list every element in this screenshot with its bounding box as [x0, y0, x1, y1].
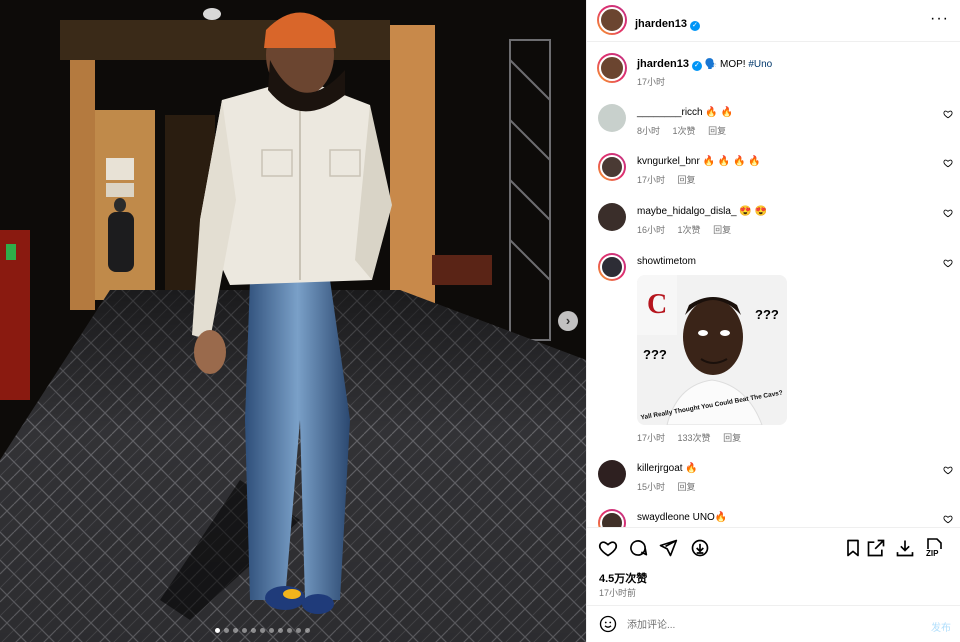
reply-button[interactable]: 回复 — [678, 175, 696, 185]
heart-icon[interactable] — [598, 538, 618, 558]
smiley-icon[interactable] — [599, 615, 617, 633]
comment-time: 16小时 — [637, 225, 666, 235]
commenter-avatar[interactable] — [598, 203, 626, 231]
reply-button[interactable]: 回复 — [678, 482, 696, 492]
carousel-dot[interactable] — [269, 628, 274, 633]
comment-likes[interactable]: 1次赞 — [673, 126, 696, 136]
meme-marks-right: ??? — [755, 307, 779, 322]
reply-button[interactable]: 回复 — [723, 433, 741, 443]
more-horizontal-icon[interactable]: ··· — [930, 10, 949, 28]
comment-time: 17小时 — [637, 175, 666, 185]
comment-input[interactable] — [627, 615, 897, 635]
carousel-dot[interactable] — [287, 628, 292, 633]
comment-text: 🔥 🔥 — [705, 107, 734, 118]
commenter-avatar[interactable] — [598, 460, 626, 488]
comment-time: 17小时 — [637, 433, 666, 443]
heart-icon[interactable] — [943, 465, 953, 475]
heart-icon[interactable] — [943, 158, 953, 168]
chevron-right-icon: › — [565, 313, 571, 328]
external-link-icon[interactable] — [866, 538, 886, 558]
caption-time: 17小时 — [637, 77, 666, 87]
caption-text: MOP! — [719, 59, 746, 70]
likes-count[interactable]: 4.5万次赞 — [599, 570, 647, 586]
author-avatar[interactable] — [597, 5, 627, 35]
meme-illustration: C ??? ??? Yall Really Thought You Could … — [637, 275, 787, 425]
caption-hashtag[interactable]: #Uno — [748, 59, 772, 70]
photo-illustration — [0, 0, 586, 642]
comment-row: swaydleone UNO🔥 — [587, 509, 960, 527]
add-comment-bar: 发布 — [587, 605, 960, 642]
post-header: jharden13 ✓ ··· — [587, 0, 960, 42]
bookmark-icon[interactable] — [843, 538, 863, 558]
comment-text: 🔥 — [685, 463, 698, 474]
post-time: 17小时前 — [599, 588, 637, 598]
carousel-dot[interactable] — [305, 628, 310, 633]
comment-text: 🔥 🔥 🔥 🔥 — [702, 156, 761, 167]
zip-icon[interactable]: ZIP — [925, 538, 947, 558]
reply-button[interactable]: 回复 — [708, 126, 726, 136]
commenter-avatar[interactable] — [598, 253, 626, 281]
comment-row: maybe_hidalgo_disla_ 😍 😍 16小时 1次赞 回复 — [587, 203, 960, 243]
commenter-avatar[interactable] — [598, 509, 626, 527]
comment-text: 😍 😍 — [739, 206, 767, 217]
action-bar: ZIP 4.5万次赞 17小时前 发布 — [587, 527, 960, 642]
comments-list[interactable]: jharden13 ✓ 🗣️ MOP! #Uno 17小时 ________ric… — [587, 43, 960, 527]
svg-text:C: C — [647, 289, 667, 320]
author-username[interactable]: jharden13 — [635, 18, 687, 30]
comment-username[interactable]: ________ricch — [637, 107, 703, 118]
caption-emoji: 🗣️ — [704, 59, 718, 70]
carousel-dot[interactable] — [215, 628, 220, 633]
comment-icon[interactable] — [628, 538, 648, 558]
meme-marks-left: ??? — [643, 347, 667, 362]
post-photo[interactable]: › — [0, 0, 586, 642]
heart-icon[interactable] — [943, 258, 953, 268]
author-avatar[interactable] — [597, 53, 627, 83]
heart-icon[interactable] — [943, 514, 953, 524]
comment-row: kvngurkel_bnr 🔥 🔥 🔥 🔥 17小时 回复 — [587, 153, 960, 193]
comment-row: ________ricch 🔥 🔥 8小时 1次赞 回复 — [587, 104, 960, 144]
comment-time: 15小时 — [637, 482, 666, 492]
post-comment-button[interactable]: 发布 — [931, 619, 951, 634]
carousel-dot[interactable] — [278, 628, 283, 633]
verified-badge-icon: ✓ — [689, 21, 700, 31]
post-sidebar: jharden13 ✓ ··· jharden13 ✓ 🗣️ MOP! #Uno 1… — [586, 0, 960, 642]
heart-icon[interactable] — [943, 208, 953, 218]
carousel-dot[interactable] — [233, 628, 238, 633]
verified-badge-icon: ✓ — [691, 61, 702, 71]
download-circle-icon[interactable] — [690, 538, 710, 558]
carousel-dot[interactable] — [251, 628, 256, 633]
carousel-dot[interactable] — [260, 628, 265, 633]
carousel-indicator — [215, 628, 325, 634]
comment-row: killerjrgoat 🔥 15小时 回复 — [587, 460, 960, 500]
comment-image[interactable]: C ??? ??? Yall Really Thought You Could … — [637, 275, 787, 425]
comment-username[interactable]: kvngurkel_bnr — [637, 156, 700, 167]
carousel-dot[interactable] — [224, 628, 229, 633]
carousel-dot[interactable] — [242, 628, 247, 633]
caption-row: jharden13 ✓ 🗣️ MOP! #Uno 17小时 — [587, 53, 960, 93]
reply-button[interactable]: 回复 — [713, 225, 731, 235]
carousel-dot[interactable] — [296, 628, 301, 633]
comment-text: UNO🔥 — [692, 512, 728, 523]
comment-time: 8小时 — [637, 126, 661, 136]
download-icon[interactable] — [895, 538, 915, 558]
send-icon[interactable] — [658, 538, 678, 558]
heart-icon[interactable] — [943, 109, 953, 119]
comment-likes[interactable]: 133次赞 — [678, 433, 711, 443]
comment-row: showtimetom C ??? ??? Yall Really Though… — [587, 253, 960, 448]
comment-likes[interactable]: 1次赞 — [678, 225, 701, 235]
comment-username[interactable]: killerjrgoat — [637, 463, 683, 474]
zip-label: ZIP — [926, 549, 939, 558]
comment-username[interactable]: showtimetom — [637, 256, 696, 267]
next-photo-button[interactable]: › — [558, 311, 578, 331]
commenter-avatar[interactable] — [598, 153, 626, 181]
comment-username[interactable]: maybe_hidalgo_disla_ — [637, 206, 737, 217]
caption-username[interactable]: jharden13 — [637, 58, 689, 70]
comment-username[interactable]: swaydleone — [637, 512, 690, 523]
commenter-avatar[interactable] — [598, 104, 626, 132]
